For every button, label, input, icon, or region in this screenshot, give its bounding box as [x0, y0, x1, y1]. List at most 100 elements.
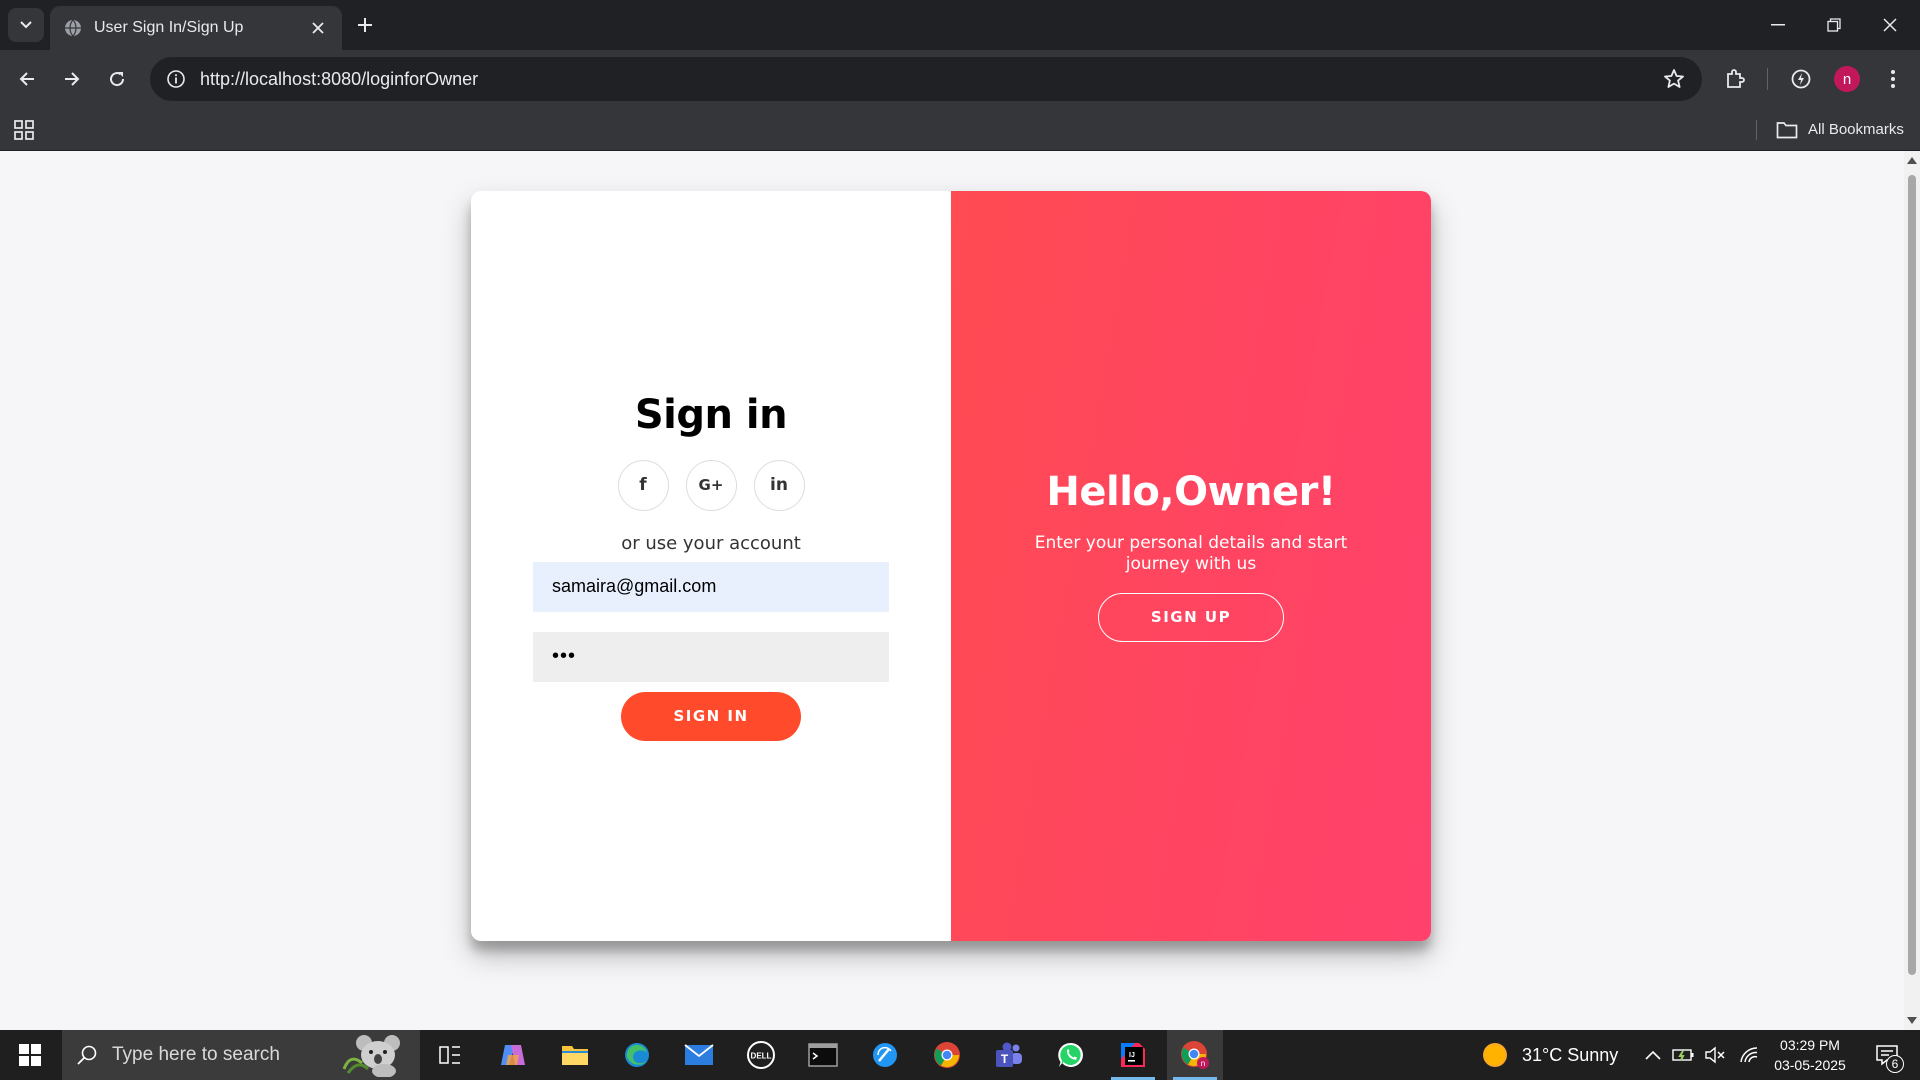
- google-login-button[interactable]: G+: [685, 459, 737, 511]
- page-scrollbar[interactable]: [1904, 151, 1920, 1030]
- profile-button[interactable]: n: [1830, 62, 1864, 96]
- mail-app[interactable]: [671, 1030, 727, 1080]
- browser-toolbar: http://localhost:8080/loginforOwner n: [0, 50, 1920, 108]
- battery-charging-icon[interactable]: [1672, 1046, 1696, 1064]
- reload-icon: [110, 72, 125, 87]
- page-viewport: Sign in f G+ in or use your account sama…: [0, 151, 1904, 1030]
- bookmarks-bar: All Bookmarks: [0, 108, 1920, 151]
- chrome-profile-app[interactable]: n: [1167, 1030, 1223, 1080]
- wifi-icon[interactable]: [1738, 1046, 1760, 1064]
- svg-text:n: n: [1201, 1059, 1205, 1068]
- all-bookmarks-button[interactable]: All Bookmarks: [1776, 108, 1904, 151]
- terminal-app[interactable]: [795, 1030, 851, 1080]
- folder-icon: [1776, 121, 1798, 138]
- teams-icon: T: [996, 1042, 1022, 1067]
- copilot-app[interactable]: [485, 1030, 541, 1080]
- close-icon: [312, 22, 324, 34]
- auth-card: Sign in f G+ in or use your account sama…: [471, 191, 1431, 941]
- teams-app[interactable]: T: [981, 1030, 1037, 1080]
- minimize-icon: [1771, 24, 1785, 26]
- edge-app[interactable]: [609, 1030, 665, 1080]
- reload-button[interactable]: [100, 62, 134, 96]
- whatsapp-app[interactable]: [1043, 1030, 1099, 1080]
- chevron-down-icon: [20, 21, 32, 29]
- system-tray: [1644, 1030, 1760, 1080]
- chevron-up-icon[interactable]: [1644, 1049, 1662, 1061]
- tab-close-button[interactable]: [308, 18, 328, 38]
- bookmarks-divider: [1756, 120, 1757, 140]
- svg-text:DELL: DELL: [751, 1052, 772, 1061]
- performance-button[interactable]: [1784, 62, 1818, 96]
- sign-in-button[interactable]: SIGN IN: [621, 691, 801, 741]
- google-plus-icon: G+: [698, 476, 724, 494]
- sign-in-form: Sign in f G+ in or use your account sama…: [471, 191, 951, 941]
- close-icon: [1883, 18, 1897, 32]
- whatsapp-icon: [1058, 1042, 1083, 1067]
- globe-icon: [65, 19, 81, 37]
- tab-title: User Sign In/Sign Up: [94, 19, 244, 36]
- overlay-text: Enter your personal details and start jo…: [1034, 532, 1348, 574]
- apps-grid-icon[interactable]: [12, 118, 36, 142]
- taskbar-search-box[interactable]: Type here to search: [62, 1030, 420, 1080]
- bookmark-star-icon[interactable]: [1662, 67, 1686, 91]
- mail-icon: [684, 1044, 714, 1065]
- speedtest-app[interactable]: [857, 1030, 913, 1080]
- weather-widget[interactable]: 31°C Sunny: [1482, 1030, 1618, 1080]
- extensions-button[interactable]: [1718, 62, 1752, 96]
- minimize-button[interactable]: [1750, 0, 1806, 50]
- restore-button[interactable]: [1806, 0, 1862, 50]
- chrome-app[interactable]: [919, 1030, 975, 1080]
- svg-text:IJ: IJ: [1129, 1052, 1135, 1059]
- close-window-button[interactable]: [1862, 0, 1918, 50]
- dell-logo-icon: DELL: [747, 1041, 775, 1069]
- weather-text: 31°C Sunny: [1522, 1044, 1619, 1065]
- browser-tab[interactable]: User Sign In/Sign Up: [50, 6, 342, 50]
- avatar: n: [1834, 66, 1860, 92]
- all-bookmarks-label: All Bookmarks: [1808, 121, 1904, 138]
- social-login-group: f G+ in: [617, 459, 805, 511]
- start-button[interactable]: [0, 1030, 60, 1080]
- chrome-profile-icon: n: [1181, 1041, 1209, 1069]
- koala-illustration-icon: [342, 1035, 400, 1077]
- facebook-login-button[interactable]: f: [617, 459, 669, 511]
- intellij-icon: IJ: [1121, 1043, 1145, 1067]
- sign-in-title: Sign in: [634, 391, 788, 438]
- scroll-up-arrow-icon[interactable]: [1907, 157, 1917, 164]
- notification-count-badge: 6: [1886, 1055, 1904, 1073]
- new-tab-button[interactable]: [352, 12, 378, 38]
- intellij-app[interactable]: IJ: [1105, 1030, 1161, 1080]
- linkedin-icon: in: [770, 475, 788, 495]
- sign-up-button[interactable]: SIGN UP: [1098, 592, 1284, 642]
- overlay-panel: Hello,Owner! Enter your personal details…: [951, 191, 1431, 941]
- taskbar-clock[interactable]: 03:29 PM 03-05-2025: [1760, 1030, 1860, 1080]
- clock-date: 03-05-2025: [1774, 1057, 1846, 1073]
- site-info-icon: [167, 70, 185, 88]
- forward-button[interactable]: [55, 62, 89, 96]
- tab-search-button[interactable]: [8, 8, 44, 42]
- arrow-left-icon: [19, 72, 34, 86]
- linkedin-login-button[interactable]: in: [753, 459, 805, 511]
- search-icon: [77, 1045, 97, 1065]
- password-input[interactable]: •••: [533, 631, 889, 682]
- copilot-icon: [501, 1045, 525, 1065]
- scroll-down-arrow-icon[interactable]: [1907, 1017, 1917, 1024]
- edge-browser-icon: [625, 1043, 649, 1067]
- chrome-icon: [934, 1042, 960, 1068]
- dell-app[interactable]: DELL: [733, 1030, 789, 1080]
- more-vertical-icon: [1891, 70, 1895, 88]
- task-view-button[interactable]: [422, 1030, 478, 1080]
- notification-center-button[interactable]: 6: [1862, 1030, 1912, 1080]
- scrollbar-thumb[interactable]: [1908, 175, 1916, 975]
- toolbar-divider: [1767, 68, 1768, 90]
- menu-button[interactable]: [1876, 62, 1910, 96]
- volume-muted-icon[interactable]: [1704, 1046, 1726, 1064]
- windows-taskbar: Type here to search DELL T IJ n 31°C Sun…: [0, 1030, 1920, 1080]
- facebook-icon: f: [639, 475, 647, 495]
- address-bar[interactable]: http://localhost:8080/loginforOwner: [150, 57, 1702, 101]
- clock-time: 03:29 PM: [1780, 1037, 1840, 1053]
- svg-text:T: T: [1001, 1052, 1009, 1066]
- back-button[interactable]: [10, 62, 44, 96]
- url-text: http://localhost:8080/loginforOwner: [200, 68, 479, 89]
- file-explorer-app[interactable]: [547, 1030, 603, 1080]
- email-input[interactable]: samaira@gmail.com: [533, 561, 889, 612]
